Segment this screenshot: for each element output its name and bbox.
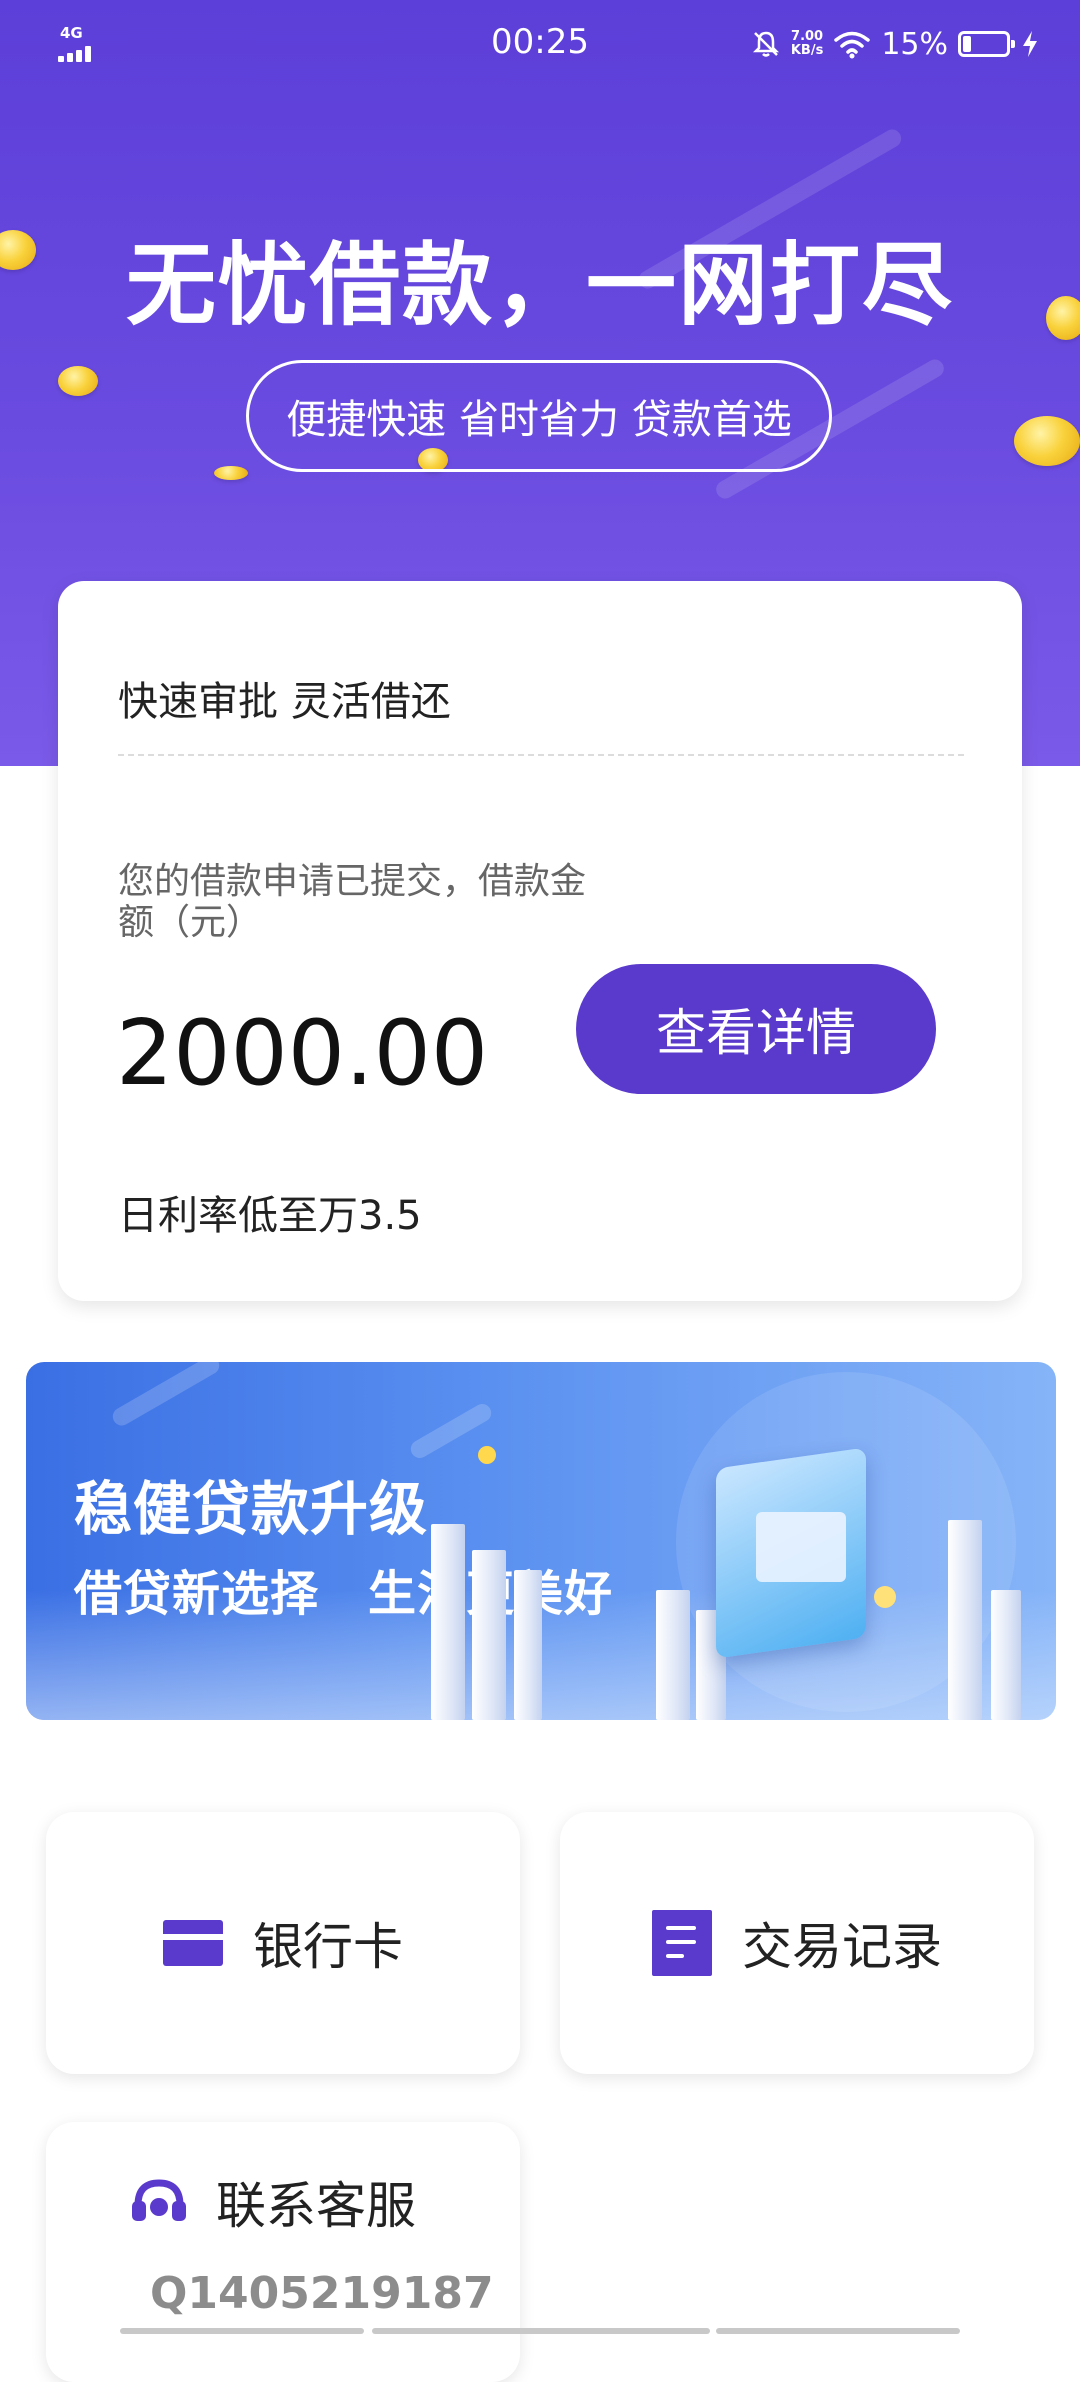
building-decor <box>472 1550 506 1720</box>
hero-subtitle-pill: 便捷快速 省时省力 贷款首选 <box>246 360 832 472</box>
contact-service-row: 联系客服 <box>128 2166 416 2238</box>
coin-decor <box>58 366 98 396</box>
coin-decor <box>874 1586 896 1608</box>
nav-indicator <box>716 2328 960 2334</box>
net-speed-unit: KB/s <box>790 43 824 58</box>
loan-amount: 2000.00 <box>116 1001 489 1106</box>
interest-rate-text: 日利率低至万3.5 <box>118 1193 422 1239</box>
nav-indicator <box>120 2328 364 2334</box>
dashed-divider <box>118 754 964 756</box>
status-right: 7.00 KB/s 15% <box>751 22 1040 66</box>
building-decor <box>656 1590 690 1720</box>
bank-card-label: 银行卡 <box>253 1918 403 1976</box>
contact-service-tile[interactable]: 联系客服 Q1405219187 <box>46 2122 520 2382</box>
contact-service-label: 联系客服 <box>216 2177 416 2235</box>
mute-bell-icon <box>752 31 779 57</box>
service-qq-id[interactable]: Q1405219187 <box>150 2268 494 2319</box>
credit-card-icon <box>163 1920 223 1966</box>
headset-icon <box>132 2179 186 2221</box>
building-decor <box>431 1524 465 1720</box>
building-decor <box>948 1520 982 1720</box>
bank-card-tile[interactable]: 银行卡 <box>46 1812 520 2074</box>
coin-decor <box>1014 416 1080 466</box>
promo-banner[interactable]: 稳健贷款升级 借贷新选择 生活更美好 <box>26 1362 1056 1720</box>
loan-status-card: 快速审批 灵活借还 您的借款申请已提交，借款金额（元） 2000.00 日利率低… <box>58 581 1022 1301</box>
coin-decor <box>478 1446 496 1464</box>
transaction-records-tile[interactable]: 交易记录 <box>560 1812 1034 2074</box>
wifi-icon <box>834 31 871 59</box>
profile-card-illustration <box>756 1512 846 1582</box>
view-details-button[interactable]: 查看详情 <box>576 964 936 1094</box>
building-decor <box>514 1570 542 1720</box>
banner-title: 稳健贷款升级 <box>74 1475 429 1543</box>
battery-percent: 15% <box>881 26 948 62</box>
document-icon <box>652 1910 712 1976</box>
hero-subtitle: 便捷快速 省时省力 贷款首选 <box>286 397 792 443</box>
net-speed-value: 7.00 <box>791 29 824 44</box>
nav-indicator <box>372 2328 710 2334</box>
net-speed: 7.00 KB/s <box>791 30 823 58</box>
transaction-records-label: 交易记录 <box>742 1918 942 1976</box>
application-status-text: 您的借款申请已提交，借款金额（元） <box>118 861 587 943</box>
hero-title: 无忧借款，一网打尽 <box>126 233 954 338</box>
battery-icon <box>958 31 1015 57</box>
status-bar: 4G 00:25 7.00 KB/s 15% <box>0 0 1080 86</box>
coin-decor <box>214 466 248 480</box>
decor-streak <box>109 1362 223 1429</box>
charging-icon <box>1023 31 1037 57</box>
card-header: 快速审批 灵活借还 <box>118 679 451 725</box>
building-decor <box>991 1590 1021 1720</box>
view-details-label: 查看详情 <box>656 1004 856 1062</box>
